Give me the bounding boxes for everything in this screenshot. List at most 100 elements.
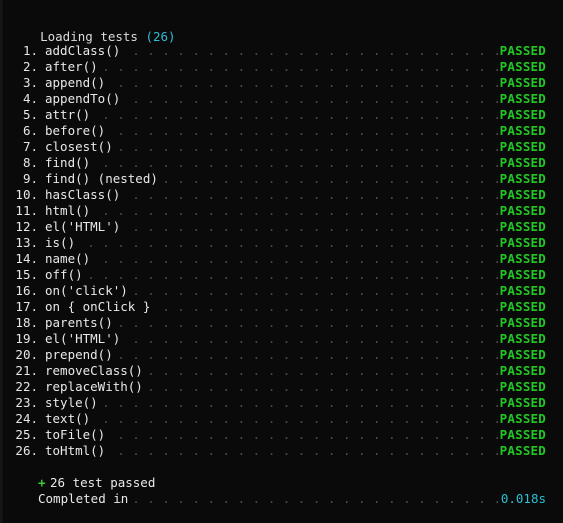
test-name: hasClass()	[45, 187, 121, 202]
summary-passed-label: 26 test passed	[50, 475, 156, 490]
test-name: el('HTML')	[45, 331, 121, 346]
test-index: 10.	[15, 187, 38, 202]
test-status-badge: PASSED	[499, 75, 546, 90]
test-status-badge: PASSED	[499, 379, 546, 394]
test-status-badge: PASSED	[499, 283, 546, 298]
test-status-badge: PASSED	[499, 411, 546, 426]
test-index: 4.	[22, 91, 38, 106]
test-index: 6.	[22, 123, 38, 138]
test-row: 5. attr() . . . . . . . . . . . . . . . . …	[0, 107, 563, 123]
test-row: 10. hasClass() . . . . . . . . . . . . . .…	[0, 187, 563, 203]
test-status-badge: PASSED	[499, 395, 546, 410]
test-status-badge: PASSED	[499, 235, 546, 250]
test-name: closest()	[45, 139, 113, 154]
test-name: addClass()	[45, 43, 121, 58]
test-index: 7.	[22, 139, 38, 154]
test-index: 1.	[22, 43, 38, 58]
test-row: 15. off() . . . . . . . . . . . . . . . . …	[0, 267, 563, 283]
test-row: 23. style() . . . . . . . . . . . . . . . …	[0, 395, 563, 411]
test-index: 23.	[15, 395, 38, 410]
completed-in-label: Completed in	[38, 491, 129, 506]
test-status-badge: PASSED	[499, 427, 546, 442]
test-row: 4. appendTo() . . . . . . . . . . . . . . …	[0, 91, 563, 107]
test-name: style()	[45, 395, 98, 410]
plus-icon: +	[38, 475, 46, 490]
test-name: find() (nested)	[45, 171, 158, 186]
test-name: on('click')	[45, 283, 128, 298]
test-name: appendTo()	[45, 91, 121, 106]
test-status-badge: PASSED	[499, 123, 546, 138]
test-index: 5.	[22, 107, 38, 122]
leader-dots: . . . . . . . . . . . . . . . . . . . . …	[96, 107, 501, 122]
test-row: 20. prepend() . . . . . . . . . . . . . . …	[0, 347, 563, 363]
test-status-badge: PASSED	[499, 187, 546, 202]
leader-dots: . . . . . . . . . . . . . . . . . . . . …	[111, 75, 501, 90]
test-status-badge: PASSED	[499, 203, 546, 218]
loading-tests-header: Loading tests (26)	[10, 11, 175, 44]
leader-dots: . . . . . . . . . . . . . . . . . . . . …	[96, 203, 501, 218]
terminal-output: Loading tests (26) 1. addClass() . . . . .…	[0, 0, 563, 523]
test-results-list: 1. addClass() . . . . . . . . . . . . . . …	[0, 43, 563, 459]
test-name: removeClass()	[45, 363, 143, 378]
test-name: toHtml()	[45, 443, 106, 458]
test-index: 9.	[22, 171, 38, 186]
leader-dots: . . . . . . . . . . . . . . . . . . . . …	[119, 315, 501, 330]
test-status-badge: PASSED	[499, 331, 546, 346]
test-index: 19.	[15, 331, 38, 346]
test-status-badge: PASSED	[499, 443, 546, 458]
test-name: prepend()	[45, 347, 113, 362]
leader-dots: . . . . . . . . . . . . . . . . . . . . …	[81, 235, 501, 250]
test-row: 16. on('click') . . . . . . . . . . . . . …	[0, 283, 563, 299]
test-index: 14.	[15, 251, 38, 266]
test-status-badge: PASSED	[499, 299, 546, 314]
leader-dots: . . . . . . . . . . . . . . . . . . . . …	[156, 299, 501, 314]
leader-dots: . . . . . . . . . . . . . . . . . . . . …	[111, 123, 501, 138]
test-index: 3.	[22, 75, 38, 90]
test-index: 12.	[15, 219, 38, 234]
test-row: 2. after() . . . . . . . . . . . . . . . .…	[0, 59, 563, 75]
summary-section: + 26 test passed Completed in . . . . . …	[0, 475, 563, 507]
test-name: toFile()	[45, 427, 106, 442]
test-row: 19. el('HTML') . . . . . . . . . . . . . .…	[0, 331, 563, 347]
test-name: text()	[45, 411, 91, 426]
test-row: 6. before() . . . . . . . . . . . . . . . …	[0, 123, 563, 139]
test-row: 1. addClass() . . . . . . . . . . . . . . …	[0, 43, 563, 59]
test-name: parents()	[45, 315, 113, 330]
test-index: 2.	[22, 59, 38, 74]
test-row: 7. closest() . . . . . . . . . . . . . . .…	[0, 139, 563, 155]
test-row: 8. find() . . . . . . . . . . . . . . . . …	[0, 155, 563, 171]
test-row: 25. toFile() . . . . . . . . . . . . . . .…	[0, 427, 563, 443]
leader-dots: . . . . . . . . . . . . . . . . . . . . …	[126, 187, 501, 202]
leader-dots: . . . . . . . . . . . . . . . . . . . . …	[126, 43, 501, 58]
test-status-badge: PASSED	[499, 91, 546, 106]
test-name: is()	[45, 235, 76, 250]
test-index: 11.	[15, 203, 38, 218]
test-status-badge: PASSED	[499, 155, 546, 170]
test-index: 13.	[15, 235, 38, 250]
test-index: 22.	[15, 379, 38, 394]
test-row: 9. find() (nested) . . . . . . . . . . . .…	[0, 171, 563, 187]
test-name: after()	[45, 59, 98, 74]
test-status-badge: PASSED	[499, 219, 546, 234]
leader-dots: . . . . . . . . . . . . . . . . . . . . …	[111, 427, 501, 442]
test-status-badge: PASSED	[499, 363, 546, 378]
test-row: 11. html() . . . . . . . . . . . . . . . .…	[0, 203, 563, 219]
leader-dots: . . . . . . . . . . . . . . . . . . . . …	[126, 219, 501, 234]
test-index: 20.	[15, 347, 38, 362]
test-name: replaceWith()	[45, 379, 143, 394]
test-name: html()	[45, 203, 91, 218]
test-row: 17. on { onClick } . . . . . . . . . . . .…	[0, 299, 563, 315]
test-row: 14. name() . . . . . . . . . . . . . . . .…	[0, 251, 563, 267]
test-index: 16.	[15, 283, 38, 298]
test-name: name()	[45, 251, 91, 266]
leader-dots: . . . . . . . . . . . . . . . . . . . . …	[96, 155, 501, 170]
summary-passed-row: + 26 test passed	[0, 475, 563, 491]
duration-value: 0.018s	[500, 491, 546, 506]
test-row: 12. el('HTML') . . . . . . . . . . . . . .…	[0, 219, 563, 235]
test-row: 24. text() . . . . . . . . . . . . . . . .…	[0, 411, 563, 427]
test-status-badge: PASSED	[499, 347, 546, 362]
test-name: find()	[45, 155, 91, 170]
test-status-badge: PASSED	[499, 139, 546, 154]
test-status-badge: PASSED	[499, 251, 546, 266]
summary-duration-row: Completed in . . . . . . . . . . . . . .…	[0, 491, 563, 507]
